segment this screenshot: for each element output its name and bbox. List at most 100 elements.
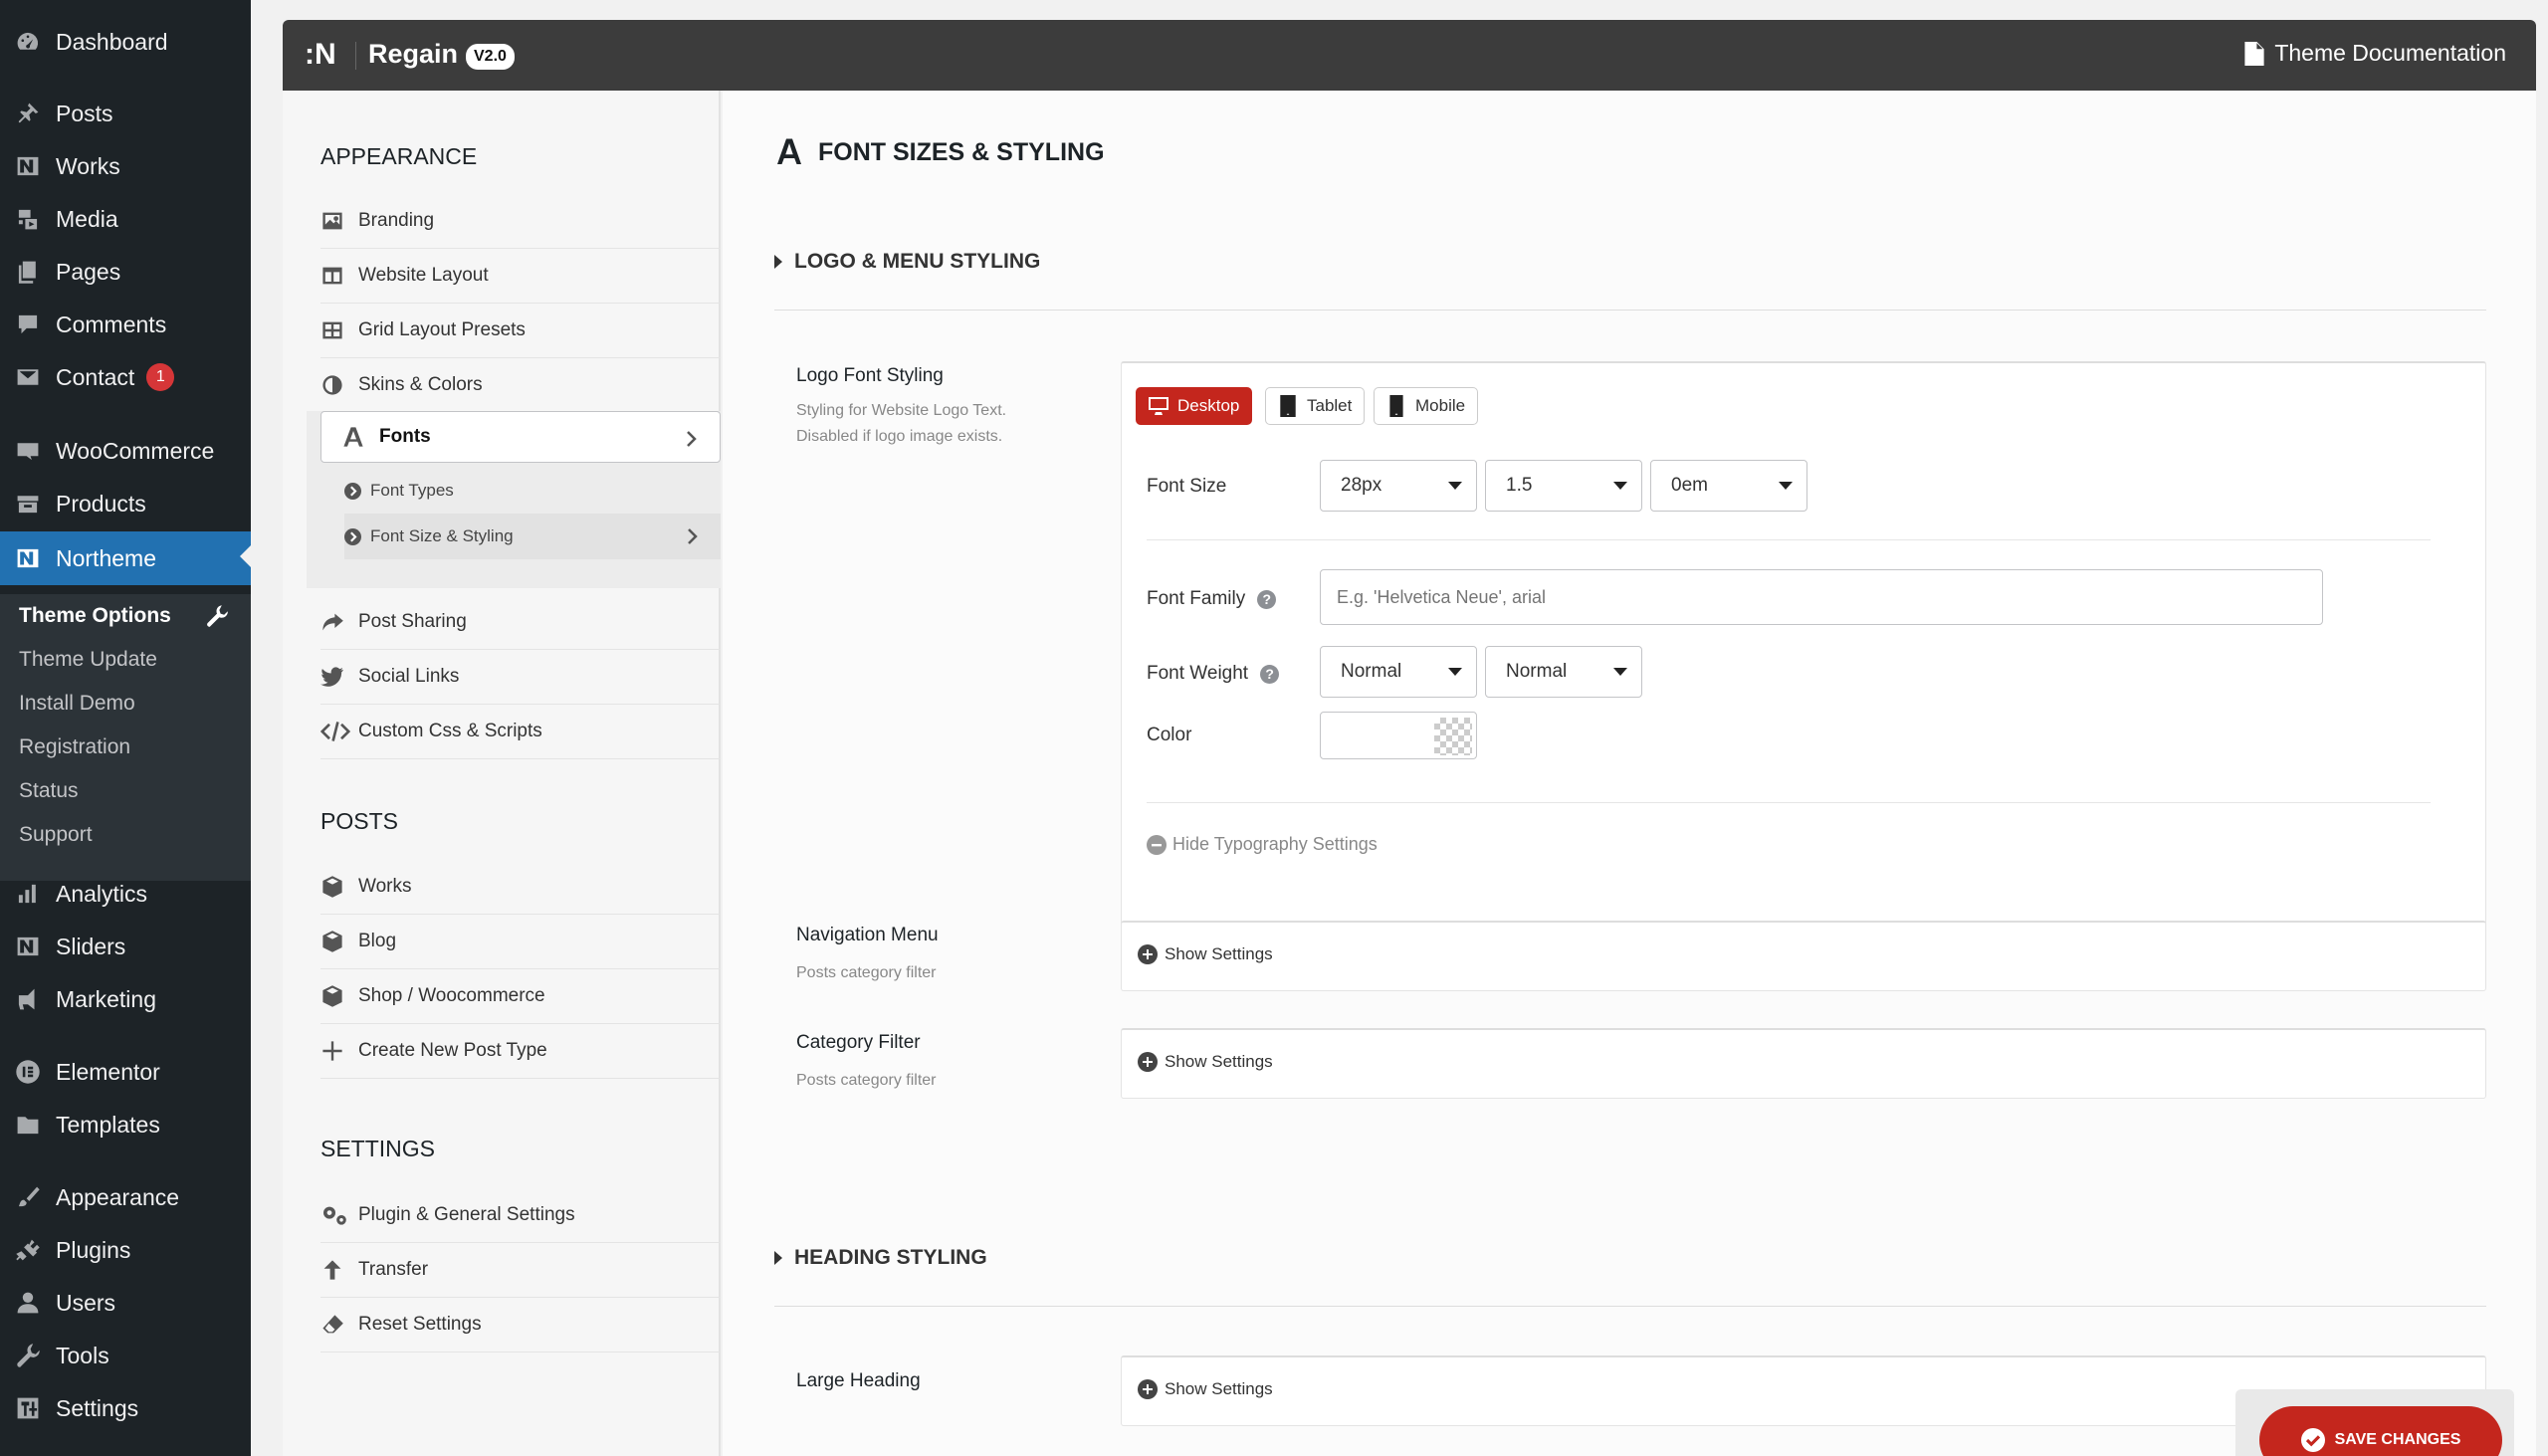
docs-label: Theme Documentation (2274, 40, 2506, 66)
nav-skins-colors[interactable]: Skins & Colors (320, 358, 721, 413)
font-size-select[interactable]: 28px (1320, 460, 1477, 512)
northeme-icon (0, 545, 56, 571)
northeme-icon (0, 153, 56, 179)
wp-menu-posts[interactable]: Posts (0, 89, 251, 138)
show-settings-link[interactable]: Show Settings (1138, 1052, 1273, 1072)
nav-branding[interactable]: Branding (320, 194, 721, 249)
archive-icon (0, 491, 56, 517)
nav-social-links[interactable]: Social Links (320, 650, 721, 705)
nav-post-sharing[interactable]: Post Sharing (320, 595, 721, 650)
nav-works[interactable]: Works (320, 860, 721, 915)
wp-menu-analytics[interactable]: Analytics (0, 869, 251, 919)
nav-transfer[interactable]: Transfer (320, 1243, 721, 1298)
submenu-theme-update[interactable]: Theme Update (19, 648, 157, 672)
caret-down-icon (1448, 482, 1462, 490)
plus-icon (320, 1039, 358, 1063)
nav-blog[interactable]: Blog (320, 915, 721, 969)
wp-menu-plugins[interactable]: Plugins (0, 1225, 251, 1275)
wp-menu-northeme[interactable]: Northeme (0, 531, 251, 585)
show-settings-link[interactable]: Show Settings (1138, 1379, 1273, 1399)
wp-menu-templates[interactable]: Templates (0, 1100, 251, 1149)
device-mobile-button[interactable]: Mobile (1374, 387, 1479, 425)
wp-menu-settings[interactable]: Settings (0, 1383, 251, 1433)
submenu-support[interactable]: Support (19, 823, 93, 847)
submenu-install-demo[interactable]: Install Demo (19, 692, 135, 716)
wp-menu-appearance[interactable]: Appearance (0, 1172, 251, 1222)
navigation-menu-label: Navigation Menu (796, 925, 939, 945)
save-changes-button[interactable]: SAVE CHANGES (2259, 1406, 2502, 1456)
logo-font-desc-1: Styling for Website Logo Text. (796, 402, 1007, 419)
nav-shop-woocommerce[interactable]: Shop / Woocommerce (320, 969, 721, 1024)
wp-menu-products[interactable]: Products (0, 479, 251, 528)
logo-menu-styling-toggle[interactable]: LOGO & MENU STYLING (774, 250, 1040, 274)
theme-options-header: :N Regain V2.0 Theme Documentation (283, 20, 2536, 91)
nav-custom-css-scripts[interactable]: Custom Css & Scripts (320, 705, 721, 759)
font-style-select[interactable]: Normal (1485, 646, 1642, 698)
nav-font-size-styling[interactable]: Font Size & Styling (344, 514, 721, 559)
wp-menu-label: Templates (56, 1111, 160, 1138)
plus-circle-icon (1138, 1052, 1158, 1072)
color-picker[interactable] (1320, 712, 1477, 759)
woo-icon (0, 438, 56, 464)
nav-plugin-general-settings[interactable]: Plugin & General Settings (320, 1188, 721, 1243)
gears-icon (320, 1203, 358, 1227)
nav-reset-settings[interactable]: Reset Settings (320, 1298, 721, 1352)
color-label: Color (1147, 725, 1192, 745)
cube-icon (320, 984, 358, 1008)
submenu-theme-options[interactable]: Theme Options (19, 604, 171, 628)
logo-font-settings-panel: Desktop Tablet Mobile Font Size 28px 1.5… (1121, 361, 2486, 975)
chevron-right-icon (683, 527, 701, 545)
wp-menu-dashboard[interactable]: Dashboard (0, 17, 251, 67)
wp-menu-sliders[interactable]: Sliders (0, 922, 251, 971)
font-weight-select[interactable]: Normal (1320, 646, 1477, 698)
submenu-registration[interactable]: Registration (19, 735, 130, 759)
wp-menu-marketing[interactable]: Marketing (0, 974, 251, 1024)
nav-fonts[interactable]: Fonts (320, 411, 721, 463)
wp-menu-pages[interactable]: Pages (0, 247, 251, 297)
plug-icon (0, 1237, 56, 1263)
share-icon (320, 610, 358, 634)
help-icon[interactable]: ? (1260, 664, 1280, 684)
wp-menu-label: Posts (56, 100, 113, 126)
desktop-icon (1149, 397, 1168, 415)
wp-menu-tools[interactable]: Tools (0, 1331, 251, 1380)
transparent-swatch (1434, 718, 1472, 755)
device-desktop-button[interactable]: Desktop (1136, 387, 1253, 425)
wrench-icon (207, 605, 228, 627)
device-tablet-button[interactable]: Tablet (1265, 387, 1366, 425)
hide-typography-settings-link[interactable]: Hide Typography Settings (1147, 834, 1378, 855)
caret-down-icon (1613, 482, 1627, 490)
font-icon (777, 138, 801, 164)
show-settings-link[interactable]: Show Settings (1138, 944, 1273, 964)
wp-menu-users[interactable]: Users (0, 1278, 251, 1328)
wp-admin-sidebar: Dashboard Posts Works Media Pages Commen… (0, 0, 251, 1456)
wp-menu-label: Products (56, 490, 146, 517)
envelope-icon (0, 364, 56, 390)
nav-website-layout[interactable]: Website Layout (320, 249, 721, 304)
wp-menu-woocommerce[interactable]: WooCommerce (0, 426, 251, 476)
wp-menu-media[interactable]: Media (0, 194, 251, 244)
media-icon (0, 206, 56, 232)
navigation-menu-panel: Show Settings (1121, 921, 2486, 991)
notification-badge: 1 (146, 363, 175, 391)
help-icon[interactable]: ? (1257, 589, 1277, 609)
submenu-status[interactable]: Status (19, 779, 79, 803)
wp-menu-works[interactable]: Works (0, 141, 251, 191)
heading-styling-toggle[interactable]: HEADING STYLING (774, 1246, 987, 1270)
nav-font-types[interactable]: Font Types (344, 468, 721, 514)
nav-create-new-post-type[interactable]: Create New Post Type (320, 1024, 721, 1079)
line-height-select[interactable]: 1.5 (1485, 460, 1642, 512)
nav-grid-layout-presets[interactable]: Grid Layout Presets (320, 304, 721, 358)
theme-documentation-link[interactable]: Theme Documentation (2244, 40, 2506, 67)
wp-menu-comments[interactable]: Comments (0, 300, 251, 349)
theme-title: Regain (368, 39, 459, 69)
font-family-input[interactable] (1320, 569, 2323, 625)
wp-menu-elementor[interactable]: Elementor (0, 1047, 251, 1097)
version-badge: V2.0 (466, 44, 515, 70)
category-filter-desc: Posts category filter (796, 1072, 937, 1089)
letter-spacing-select[interactable]: 0em (1650, 460, 1807, 512)
main-panel: FONT SIZES & STYLING LOGO & MENU STYLING… (723, 91, 2536, 1456)
wp-menu-contact[interactable]: Contact 1 (0, 352, 251, 402)
large-heading-label: Large Heading (796, 1370, 921, 1391)
plus-circle-icon (1138, 1379, 1158, 1399)
